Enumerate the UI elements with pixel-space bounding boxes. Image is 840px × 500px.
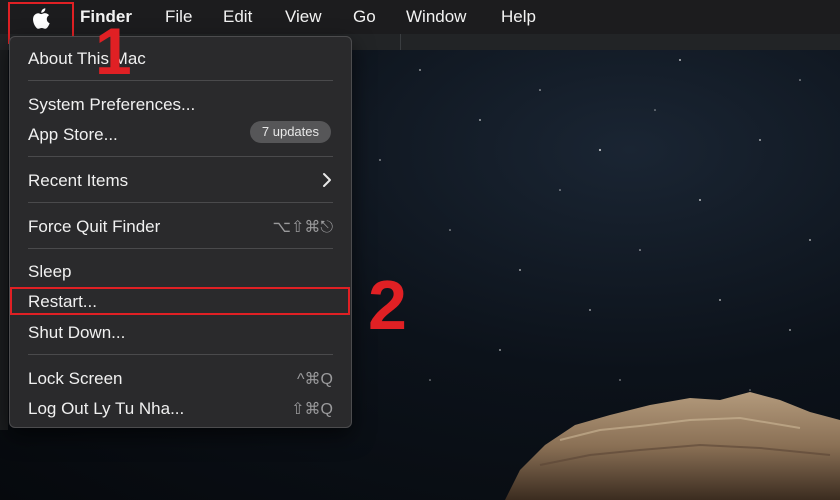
menu-item-recent-items[interactable]: Recent Items xyxy=(10,168,351,194)
menu-file[interactable]: File xyxy=(165,7,192,27)
step-number-1: 1 xyxy=(95,14,132,88)
menu-item-label: Shut Down... xyxy=(28,323,126,342)
menu-item-log-out[interactable]: Log Out Ly Tu Nha... ⇧⌘Q xyxy=(10,396,351,422)
menu-item-label: Sleep xyxy=(28,262,72,281)
chevron-right-icon xyxy=(323,173,331,187)
menu-divider xyxy=(28,202,333,203)
keyboard-shortcut: ^⌘Q xyxy=(297,371,333,388)
menu-item-force-quit[interactable]: Force Quit Finder ⌥⇧⌘⎋ xyxy=(10,214,351,240)
updates-badge: 7 updates xyxy=(249,121,331,143)
menu-item-sleep[interactable]: Sleep xyxy=(10,259,351,285)
menu-view[interactable]: View xyxy=(285,7,322,27)
menu-item-label: Recent Items xyxy=(28,171,129,190)
menu-item-app-store[interactable]: App Store... 7 updates xyxy=(10,121,351,148)
menu-divider xyxy=(28,80,333,81)
apple-menu-dropdown: About This Mac System Preferences... App… xyxy=(9,36,352,428)
background-window-sidebar xyxy=(0,50,8,430)
menu-item-lock-screen[interactable]: Lock Screen ^⌘Q xyxy=(10,366,351,392)
keyboard-shortcut: ⇧⌘Q xyxy=(291,401,333,418)
restart-highlight-box xyxy=(10,287,350,315)
step-number-2: 2 xyxy=(368,266,407,344)
keyboard-shortcut: ⌥⇧⌘⎋ xyxy=(272,219,334,236)
apple-logo-icon xyxy=(33,8,50,29)
menu-item-label: Log Out Ly Tu Nha... xyxy=(28,399,185,418)
menu-item-label: System Preferences... xyxy=(28,95,196,114)
toolbar-divider xyxy=(400,34,401,50)
menu-item-label: Force Quit Finder xyxy=(28,217,161,236)
menu-item-about[interactable]: About This Mac xyxy=(10,46,351,72)
menu-help[interactable]: Help xyxy=(501,7,536,27)
menu-item-label: Lock Screen xyxy=(28,369,123,388)
menu-divider xyxy=(28,354,333,355)
menu-edit[interactable]: Edit xyxy=(223,7,252,27)
menu-divider xyxy=(28,248,333,249)
menu-divider xyxy=(28,156,333,157)
menu-go[interactable]: Go xyxy=(353,7,376,27)
menu-window[interactable]: Window xyxy=(406,7,466,27)
menu-item-label: App Store... xyxy=(28,125,118,144)
menu-item-shut-down[interactable]: Shut Down... xyxy=(10,320,351,346)
menu-item-system-preferences[interactable]: System Preferences... xyxy=(10,92,351,118)
